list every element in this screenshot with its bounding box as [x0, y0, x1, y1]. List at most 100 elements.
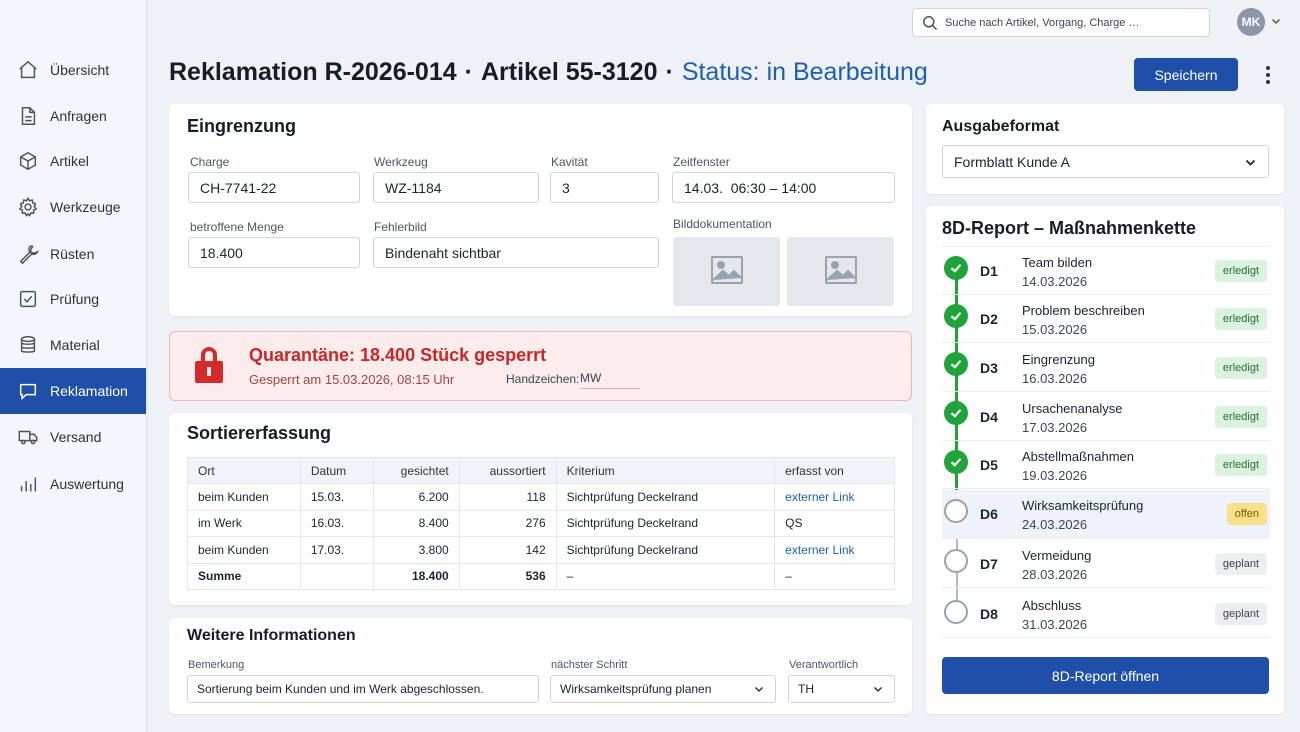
ausgabeformat-select[interactable]: Formblatt Kunde A [942, 145, 1269, 178]
chevron-down-icon[interactable] [1270, 15, 1282, 27]
step-code: D7 [980, 556, 998, 572]
kavitaet-label: Kavität [551, 155, 588, 169]
column-header: Kriterium [555, 457, 776, 484]
step-code: D1 [980, 263, 998, 279]
document-icon [17, 105, 39, 127]
table-cell: – [774, 562, 895, 590]
table-cell: 276 [458, 509, 557, 537]
table-cell: QS [774, 509, 895, 537]
report-step-d1[interactable]: D1 Team bilden 14.03.2026 erledigt [942, 247, 1270, 295]
table-cell: 15.03. [299, 483, 374, 511]
report-step-d6[interactable]: D6 Wirksamkeitsprüfung 24.03.2026 offen [942, 490, 1270, 539]
schritt-select[interactable]: Wirksamkeitsprüfung planen [550, 675, 776, 703]
search-input[interactable] [945, 13, 1201, 32]
open-8d-report-button[interactable]: 8D-Report öffnen [942, 657, 1269, 694]
image-placeholder-icon [823, 252, 859, 291]
report-step-d8[interactable]: D8 Abschluss 31.03.2026 geplant [942, 590, 1270, 638]
table-cell: 6.200 [372, 483, 460, 511]
table-cell: Sichtprüfung Deckelrand [555, 509, 776, 537]
table-cell: Sichtprüfung Deckelrand [555, 483, 776, 511]
fehlerbild-field[interactable]: Bindenaht sichtbar [373, 237, 659, 268]
bemerkung-field[interactable]: Sortierung beim Kunden und im Werk abges… [187, 675, 539, 703]
step-date: 28.03.2026 [1022, 567, 1088, 582]
verantwortlich-select[interactable]: TH [788, 675, 895, 703]
sidebar-item-uebersicht[interactable]: Übersicht [0, 47, 146, 93]
status-badge: erledigt [1214, 406, 1267, 428]
avatar[interactable]: MK [1237, 8, 1265, 36]
step-code: D2 [980, 311, 998, 327]
sidebar-item-label: Rüsten [50, 246, 95, 262]
database-icon [17, 334, 39, 356]
sidebar-item-label: Übersicht [50, 62, 110, 78]
werkzeug-field[interactable]: WZ-1184 [373, 172, 539, 203]
report-step-d7[interactable]: D7 Vermeidung 28.03.2026 geplant [942, 540, 1270, 588]
sidebar-item-pruefung[interactable]: Prüfung [0, 276, 146, 322]
step-date: 14.03.2026 [1022, 274, 1088, 289]
sidebar-item-label: Prüfung [50, 291, 100, 307]
truck-icon [17, 426, 39, 448]
handzeichen-label: Handzeichen: [506, 372, 580, 386]
table-cell: 3.800 [372, 536, 460, 564]
step-name: Abschluss [1022, 598, 1082, 613]
table-cell [299, 562, 374, 590]
sidebar-item-reklamation[interactable]: Reklamation [0, 368, 146, 414]
step-code: D5 [980, 457, 998, 473]
werkzeug-label: Werkzeug [374, 155, 428, 169]
chevron-down-icon [872, 683, 884, 695]
report-step-d3[interactable]: D3 Eingrenzung 16.03.2026 erledigt [942, 344, 1270, 392]
report-step-d2[interactable]: D2 Problem beschreiben 15.03.2026 erledi… [942, 295, 1270, 343]
table-sum-row: Summe 18.400 536 – – [187, 562, 895, 590]
report-step-d5[interactable]: D5 Abstellmaßnahmen 19.03.2026 erledigt [942, 441, 1270, 489]
zeitfenster-label: Zeitfenster [673, 155, 730, 169]
sidebar-item-versand[interactable]: Versand [0, 414, 146, 460]
page-title: Reklamation R-2026-014 · Artikel 55-3120 · S… [169, 58, 928, 87]
sidebar-item-auswertung[interactable]: Auswertung [0, 461, 146, 507]
schritt-label: nächster Schritt [551, 659, 628, 671]
sidebar-item-anfragen[interactable]: Anfragen [0, 93, 146, 139]
sidebar-item-label: Artikel [50, 153, 89, 169]
charge-field[interactable]: CH-7741-22 [188, 172, 360, 203]
menge-label: betroffene Menge [190, 220, 284, 234]
report-step-d4[interactable]: D4 Ursachenanalyse 17.03.2026 erledigt [942, 393, 1270, 441]
more-options-icon[interactable] [1258, 64, 1278, 86]
artikel-number: Artikel 55-3120 [480, 58, 658, 86]
column-header: erfasst von [774, 457, 895, 484]
zeitfenster-field[interactable]: 14.03. 06:30 – 14:00 [672, 172, 895, 203]
step-name: Team bilden [1022, 255, 1093, 270]
kavitaet-field[interactable]: 3 [550, 172, 659, 203]
sidebar-item-material[interactable]: Material [0, 322, 146, 368]
status-badge: erledigt [1214, 454, 1267, 476]
check-circle-icon [944, 256, 968, 280]
step-name: Abstellmaßnahmen [1022, 449, 1134, 464]
external-link[interactable]: externer Link [774, 483, 895, 511]
step-code: D4 [980, 409, 998, 425]
verantwortlich-label: Verantwortlich [789, 659, 859, 671]
ausgabeformat-title: Ausgabeformat [942, 118, 1060, 135]
photo-thumbnail[interactable] [673, 237, 780, 306]
status-badge: erledigt [1214, 260, 1267, 282]
menge-field[interactable]: 18.400 [188, 237, 360, 268]
verantwortlich-value: TH [798, 682, 814, 696]
step-name: Problem beschreiben [1022, 303, 1145, 318]
sidebar-item-ruesten[interactable]: Rüsten [0, 231, 146, 277]
sortier-table: Ort Datum gesichtet aussortiert Kriteriu… [187, 457, 895, 590]
sidebar-item-label: Auswertung [50, 476, 124, 492]
chevron-down-icon [753, 683, 765, 695]
sidebar-item-artikel[interactable]: Artikel [0, 138, 146, 184]
sidebar: Übersicht Anfragen Artikel Werkzeuge Rüs… [0, 0, 147, 732]
sidebar-item-werkzeuge[interactable]: Werkzeuge [0, 184, 146, 230]
table-cell: 536 [458, 562, 557, 590]
table-cell: Summe [187, 562, 301, 590]
search-icon [922, 15, 938, 31]
step-code: D3 [980, 360, 998, 376]
sidebar-item-label: Reklamation [50, 383, 128, 399]
save-button[interactable]: Speichern [1134, 58, 1238, 91]
handzeichen-field[interactable]: MW [580, 371, 640, 389]
external-link[interactable]: externer Link [774, 536, 895, 564]
table-cell: im Werk [187, 509, 301, 537]
step-date: 24.03.2026 [1022, 517, 1088, 532]
photo-thumbnail[interactable] [787, 237, 894, 306]
step-date: 31.03.2026 [1022, 617, 1088, 632]
step-code: D8 [980, 606, 998, 622]
table-cell: 8.400 [372, 509, 460, 537]
